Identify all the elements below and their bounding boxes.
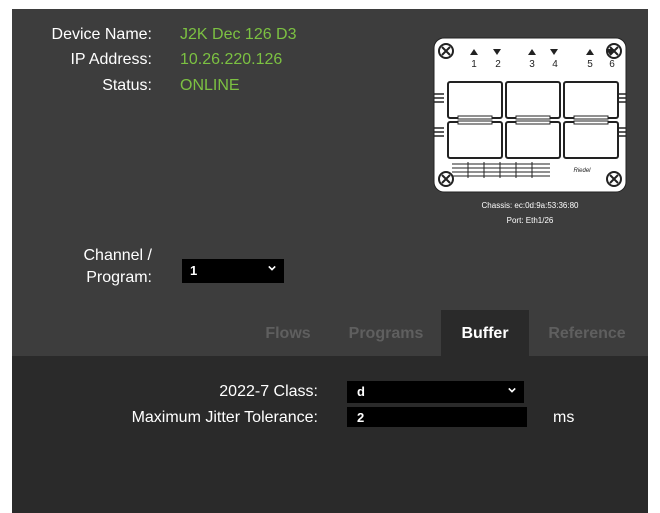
port-4 bbox=[505, 121, 561, 159]
port-number-3: 3 bbox=[529, 59, 535, 70]
device-panel: Device Name: J2K Dec 126 D3 IP Address: … bbox=[12, 9, 648, 513]
jitter-value: 2 bbox=[357, 410, 365, 425]
tab-programs[interactable]: Programs bbox=[338, 310, 434, 357]
jitter-unit: ms bbox=[553, 409, 575, 426]
screw-icon bbox=[438, 171, 454, 187]
port-number-5: 5 bbox=[587, 59, 593, 70]
device-name-value: J2K Dec 126 D3 bbox=[180, 26, 297, 43]
channel-program-label: Channel / Program: bbox=[62, 245, 153, 289]
tab-buffer[interactable]: Buffer bbox=[441, 310, 529, 357]
chevron-down-icon bbox=[268, 265, 276, 271]
status-value: ONLINE bbox=[180, 77, 240, 94]
port-number-4: 4 bbox=[552, 59, 558, 70]
tab-flows[interactable]: Flows bbox=[248, 310, 328, 357]
port-number-1: 1 bbox=[471, 59, 477, 70]
chassis-address: Chassis: ec:0d:9a:53:36:80 bbox=[481, 201, 579, 210]
brand-logo: Riedel bbox=[573, 168, 591, 174]
channel-selected-value: 1 bbox=[190, 263, 198, 278]
channel-program-select[interactable]: 1 bbox=[182, 259, 284, 283]
port-3 bbox=[505, 81, 561, 119]
chassis-port-image: 1 2 3 4 5 6 Riedel bbox=[433, 37, 627, 193]
port-5 bbox=[563, 81, 619, 119]
class-label: 2022-7 Class: bbox=[219, 383, 318, 400]
buffer-content: 2022-7 Class: d Maximum Jitter Tolerance… bbox=[12, 356, 648, 513]
screw-icon bbox=[606, 171, 622, 187]
channel-label-line1: Channel / bbox=[83, 247, 153, 264]
port-number-6: 6 bbox=[609, 59, 615, 70]
ip-address-value: 10.26.220.126 bbox=[180, 51, 283, 68]
port-6 bbox=[563, 121, 619, 159]
port-1 bbox=[447, 81, 503, 119]
chevron-down-icon bbox=[508, 387, 516, 393]
tab-reference[interactable]: Reference bbox=[534, 310, 640, 357]
channel-label-line2: Program: bbox=[86, 269, 152, 286]
ip-address-label: IP Address: bbox=[70, 51, 152, 68]
screw-icon bbox=[438, 43, 454, 59]
chassis-port: Port: Eth1/26 bbox=[506, 216, 554, 225]
class-select[interactable]: d bbox=[347, 381, 524, 403]
device-name-label: Device Name: bbox=[51, 26, 152, 43]
jitter-label: Maximum Jitter Tolerance: bbox=[131, 409, 318, 426]
port-2 bbox=[447, 121, 503, 159]
class-selected-value: d bbox=[357, 384, 365, 399]
port-number-2: 2 bbox=[495, 59, 501, 70]
jitter-input[interactable]: 2 bbox=[347, 407, 527, 427]
status-label: Status: bbox=[102, 77, 152, 94]
